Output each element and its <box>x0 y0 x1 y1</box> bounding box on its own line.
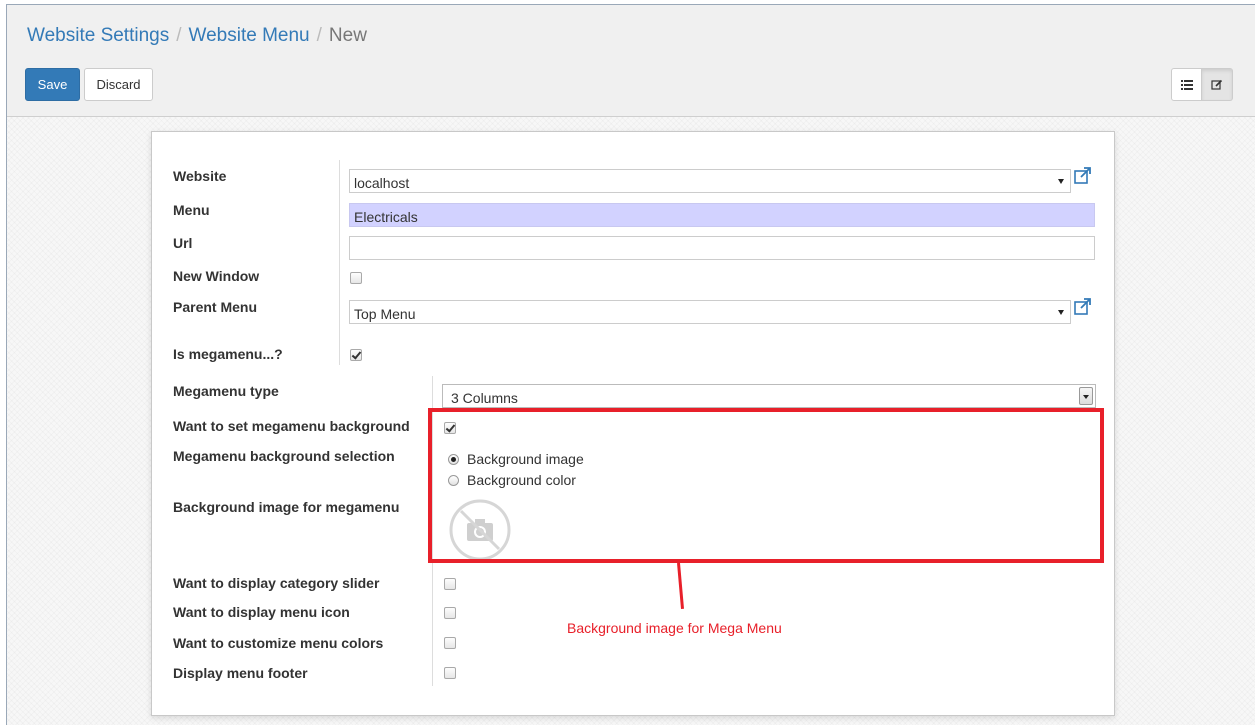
megamenu-type-label: Megamenu type <box>173 383 279 399</box>
chevron-down-icon <box>1058 310 1064 315</box>
url-label: Url <box>173 235 193 251</box>
app-frame: Website Settings / Website Menu / New Save D… <box>6 4 1255 725</box>
megamenu-background-checkbox[interactable] <box>444 422 456 434</box>
menu-footer-checkbox[interactable] <box>444 667 456 679</box>
new-window-label: New Window <box>173 268 260 284</box>
menu-label: Menu <box>173 202 210 218</box>
url-input[interactable] <box>349 236 1095 260</box>
discard-button[interactable]: Discard <box>84 68 153 101</box>
is-megamenu-label: Is megamenu...? <box>173 346 283 362</box>
annotation-text: Background image for Mega Menu <box>567 620 782 636</box>
save-button[interactable]: Save <box>25 68 80 101</box>
website-select[interactable]: localhost <box>349 169 1071 193</box>
breadcrumb-separator: / <box>316 25 322 46</box>
radio-background-color[interactable]: Background color <box>448 472 576 488</box>
megamenu-type-select[interactable]: 3 Columns <box>442 384 1096 408</box>
parent-menu-label: Parent Menu <box>173 299 258 315</box>
parent-menu-select[interactable]: Top Menu <box>349 300 1071 324</box>
menu-footer-label: Display menu footer <box>173 665 308 681</box>
menu-colors-label: Want to customize menu colors <box>173 635 384 651</box>
radio-label: Background color <box>467 472 576 488</box>
breadcrumb-separator: / <box>176 25 182 46</box>
menu-icon-checkbox[interactable] <box>444 607 456 619</box>
breadcrumb-website-settings[interactable]: Website Settings <box>27 25 169 46</box>
list-view-icon <box>1180 79 1193 90</box>
column-divider <box>339 160 340 350</box>
form-view-button[interactable] <box>1202 68 1233 101</box>
menu-value: Electricals <box>354 209 418 225</box>
menu-icon-label: Want to display menu icon <box>173 604 350 620</box>
menu-input[interactable]: Electricals <box>349 203 1095 227</box>
view-switcher <box>1171 68 1233 101</box>
form-view-icon <box>1211 79 1223 90</box>
background-selection-label: Megamenu background selection <box>173 448 395 464</box>
control-panel: Website Settings / Website Menu / New Save D… <box>7 5 1255 117</box>
external-link-icon[interactable] <box>1073 297 1093 317</box>
parent-menu-value: Top Menu <box>354 306 416 322</box>
external-link-icon[interactable] <box>1073 166 1093 186</box>
column-divider <box>432 376 433 686</box>
dropdown-arrow-icon <box>1079 387 1093 405</box>
column-divider <box>339 337 340 365</box>
category-slider-checkbox[interactable] <box>444 578 456 590</box>
website-label: Website <box>173 168 227 184</box>
radio-background-image[interactable]: Background image <box>448 451 584 467</box>
new-window-checkbox[interactable] <box>350 272 362 284</box>
list-view-button[interactable] <box>1171 68 1202 101</box>
breadcrumb-website-menu[interactable]: Website Menu <box>189 25 310 46</box>
megamenu-background-label: Want to set megamenu background <box>173 418 410 434</box>
website-value: localhost <box>354 175 410 191</box>
chevron-down-icon <box>1058 179 1064 184</box>
radio-button-selected[interactable] <box>448 453 459 465</box>
no-image-camera-icon[interactable] <box>447 497 513 563</box>
radio-label: Background image <box>467 451 584 467</box>
megamenu-type-value: 3 Columns <box>451 390 518 406</box>
background-image-label: Background image for megamenu <box>173 499 400 515</box>
category-slider-label: Want to display category slider <box>173 575 380 591</box>
radio-button[interactable] <box>448 474 459 486</box>
is-megamenu-checkbox[interactable] <box>350 349 362 361</box>
menu-colors-checkbox[interactable] <box>444 637 456 649</box>
breadcrumb: Website Settings / Website Menu / New <box>27 25 367 47</box>
breadcrumb-current: New <box>328 25 367 46</box>
